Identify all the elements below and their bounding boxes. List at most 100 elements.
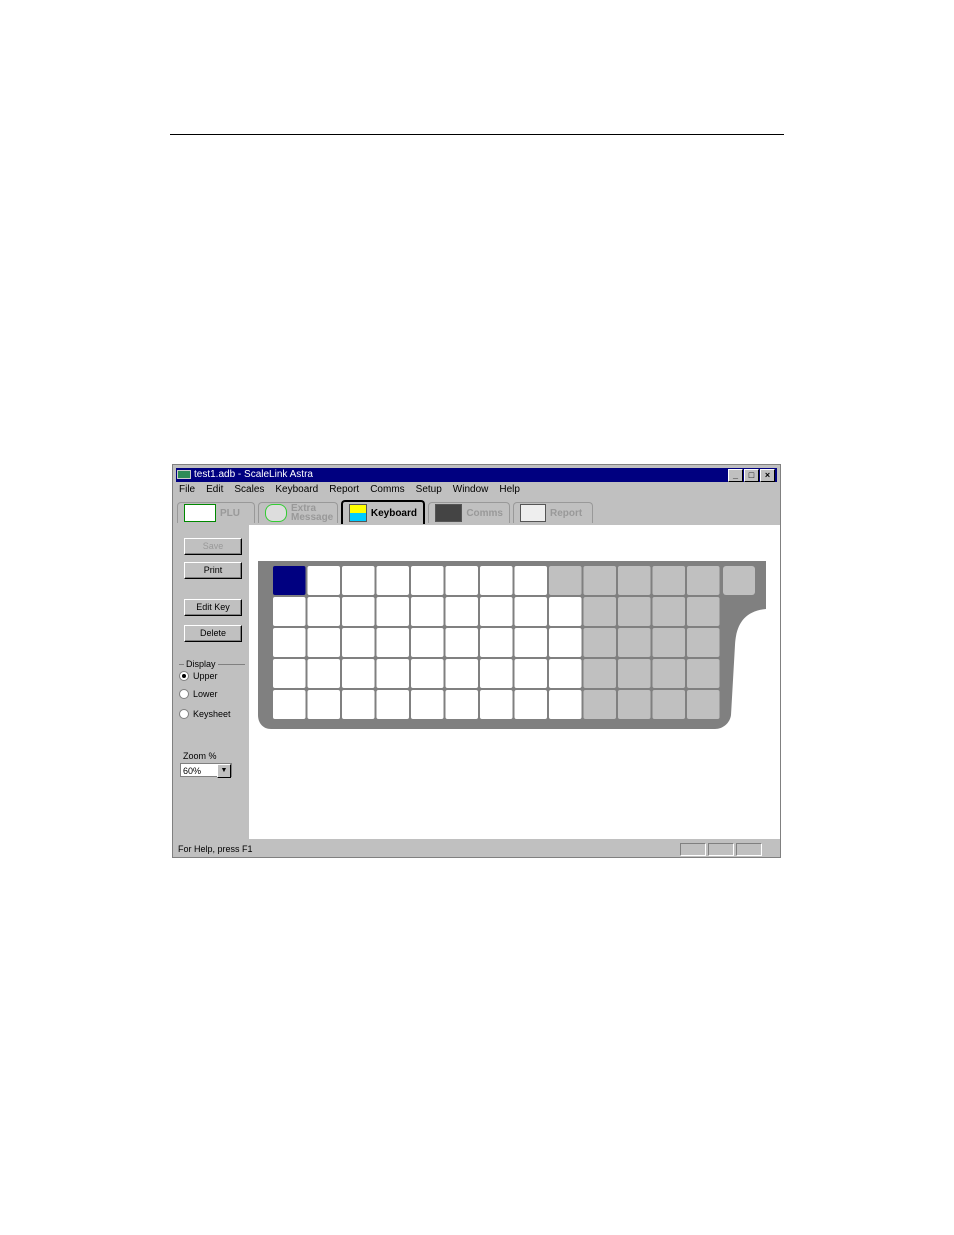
key-r5-c9[interactable]	[549, 690, 582, 719]
key-r3-c4[interactable]	[376, 628, 410, 657]
key-r4-c8[interactable]	[514, 659, 548, 688]
window-title: test1.adb - ScaleLink Astra	[194, 469, 313, 480]
key-r2-c6[interactable]	[445, 597, 479, 626]
menu-scales[interactable]: Scales	[234, 484, 264, 495]
key-r4-c4[interactable]	[376, 659, 410, 688]
key-r2-c7[interactable]	[480, 597, 513, 626]
message-magnifier-icon	[265, 504, 287, 522]
key-r2-c11[interactable]	[618, 597, 651, 626]
key-r2-c8[interactable]	[514, 597, 548, 626]
key-r5-c7[interactable]	[480, 690, 513, 719]
key-r4-c11[interactable]	[618, 659, 651, 688]
key-r1-c8[interactable]	[514, 566, 548, 595]
maximize-button[interactable]: □	[744, 469, 759, 482]
display-group: Display	[179, 659, 245, 669]
key-r3-c12[interactable]	[652, 628, 686, 657]
key-r1-c6[interactable]	[445, 566, 479, 595]
key-r5-c6[interactable]	[445, 690, 479, 719]
key-r2-c9[interactable]	[549, 597, 582, 626]
key-r5-c4[interactable]	[376, 690, 410, 719]
key-r2-c5[interactable]	[411, 597, 444, 626]
menu-file[interactable]: File	[179, 484, 195, 495]
key-r1-c1[interactable]	[273, 566, 306, 595]
tab-plu[interactable]: PLU	[177, 502, 255, 523]
key-r4-c10[interactable]	[583, 659, 617, 688]
key-r1-c2[interactable]	[307, 566, 341, 595]
key-r3-c8[interactable]	[514, 628, 548, 657]
menu-keyboard[interactable]: Keyboard	[275, 484, 318, 495]
status-pane	[680, 843, 706, 856]
key-r3-c10[interactable]	[583, 628, 617, 657]
key-r1-c5[interactable]	[411, 566, 444, 595]
key-r3-c1[interactable]	[273, 628, 306, 657]
key-r5-c12[interactable]	[652, 690, 686, 719]
key-r2-c2[interactable]	[307, 597, 341, 626]
key-r4-c3[interactable]	[342, 659, 375, 688]
edit-key-button[interactable]: Edit Key	[184, 599, 242, 616]
key-r4-c6[interactable]	[445, 659, 479, 688]
key-r5-c1[interactable]	[273, 690, 306, 719]
key-r1-c9[interactable]	[549, 566, 582, 595]
key-r5-c2[interactable]	[307, 690, 341, 719]
key-r1-c11[interactable]	[618, 566, 651, 595]
key-r2-c12[interactable]	[652, 597, 686, 626]
chevron-down-icon[interactable]: ▼	[217, 764, 231, 778]
menu-help[interactable]: Help	[499, 484, 520, 495]
delete-button[interactable]: Delete	[184, 625, 242, 642]
menu-window[interactable]: Window	[453, 484, 489, 495]
key-r5-c5[interactable]	[411, 690, 444, 719]
keyboard-icon	[349, 504, 367, 522]
key-r3-c2[interactable]	[307, 628, 341, 657]
key-r3-c6[interactable]	[445, 628, 479, 657]
menu-report[interactable]: Report	[329, 484, 359, 495]
key-r3-c7[interactable]	[480, 628, 513, 657]
key-r2-c1[interactable]	[273, 597, 306, 626]
key-r5-c10[interactable]	[583, 690, 617, 719]
menu-setup[interactable]: Setup	[416, 484, 442, 495]
key-r2-c3[interactable]	[342, 597, 375, 626]
radio-icon	[179, 709, 189, 719]
radio-upper[interactable]: Upper	[179, 671, 218, 681]
key-r1-c12[interactable]	[652, 566, 686, 595]
radio-keysheet[interactable]: Keysheet	[179, 709, 231, 719]
key-r2-c10[interactable]	[583, 597, 617, 626]
key-r3-c5[interactable]	[411, 628, 444, 657]
key-r4-c1[interactable]	[273, 659, 306, 688]
print-button[interactable]: Print	[184, 562, 242, 579]
key-r3-c9[interactable]	[549, 628, 582, 657]
key-r2-c4[interactable]	[376, 597, 410, 626]
key-extra[interactable]	[723, 566, 755, 595]
key-r1-c3[interactable]	[342, 566, 375, 595]
key-r5-c11[interactable]	[618, 690, 651, 719]
key-r1-c13[interactable]	[687, 566, 720, 595]
tab-keyboard[interactable]: Keyboard	[341, 500, 425, 524]
key-r4-c13[interactable]	[687, 659, 720, 688]
key-r4-c7[interactable]	[480, 659, 513, 688]
key-r5-c13[interactable]	[687, 690, 720, 719]
tab-comms[interactable]: Comms	[428, 502, 510, 523]
key-r5-c8[interactable]	[514, 690, 548, 719]
tab-extra-message[interactable]: Extra Message	[258, 502, 338, 523]
key-r1-c4[interactable]	[376, 566, 410, 595]
key-r4-c2[interactable]	[307, 659, 341, 688]
zoom-select[interactable]: 60% ▼	[180, 763, 232, 778]
key-r3-c13[interactable]	[687, 628, 720, 657]
key-r4-c9[interactable]	[549, 659, 582, 688]
minimize-button[interactable]: _	[728, 469, 743, 482]
key-r3-c11[interactable]	[618, 628, 651, 657]
key-r2-c13[interactable]	[687, 597, 720, 626]
tab-report[interactable]: Report	[513, 502, 593, 523]
close-button[interactable]: ×	[760, 469, 775, 482]
zoom-value: 60%	[183, 766, 202, 776]
menu-comms[interactable]: Comms	[370, 484, 404, 495]
save-button[interactable]: Save	[184, 538, 242, 555]
key-r4-c5[interactable]	[411, 659, 444, 688]
key-r3-c3[interactable]	[342, 628, 375, 657]
page-rule	[170, 134, 784, 135]
key-r5-c3[interactable]	[342, 690, 375, 719]
key-r4-c12[interactable]	[652, 659, 686, 688]
menu-edit[interactable]: Edit	[206, 484, 223, 495]
key-r1-c7[interactable]	[480, 566, 513, 595]
radio-lower[interactable]: Lower	[179, 689, 218, 699]
key-r1-c10[interactable]	[583, 566, 617, 595]
